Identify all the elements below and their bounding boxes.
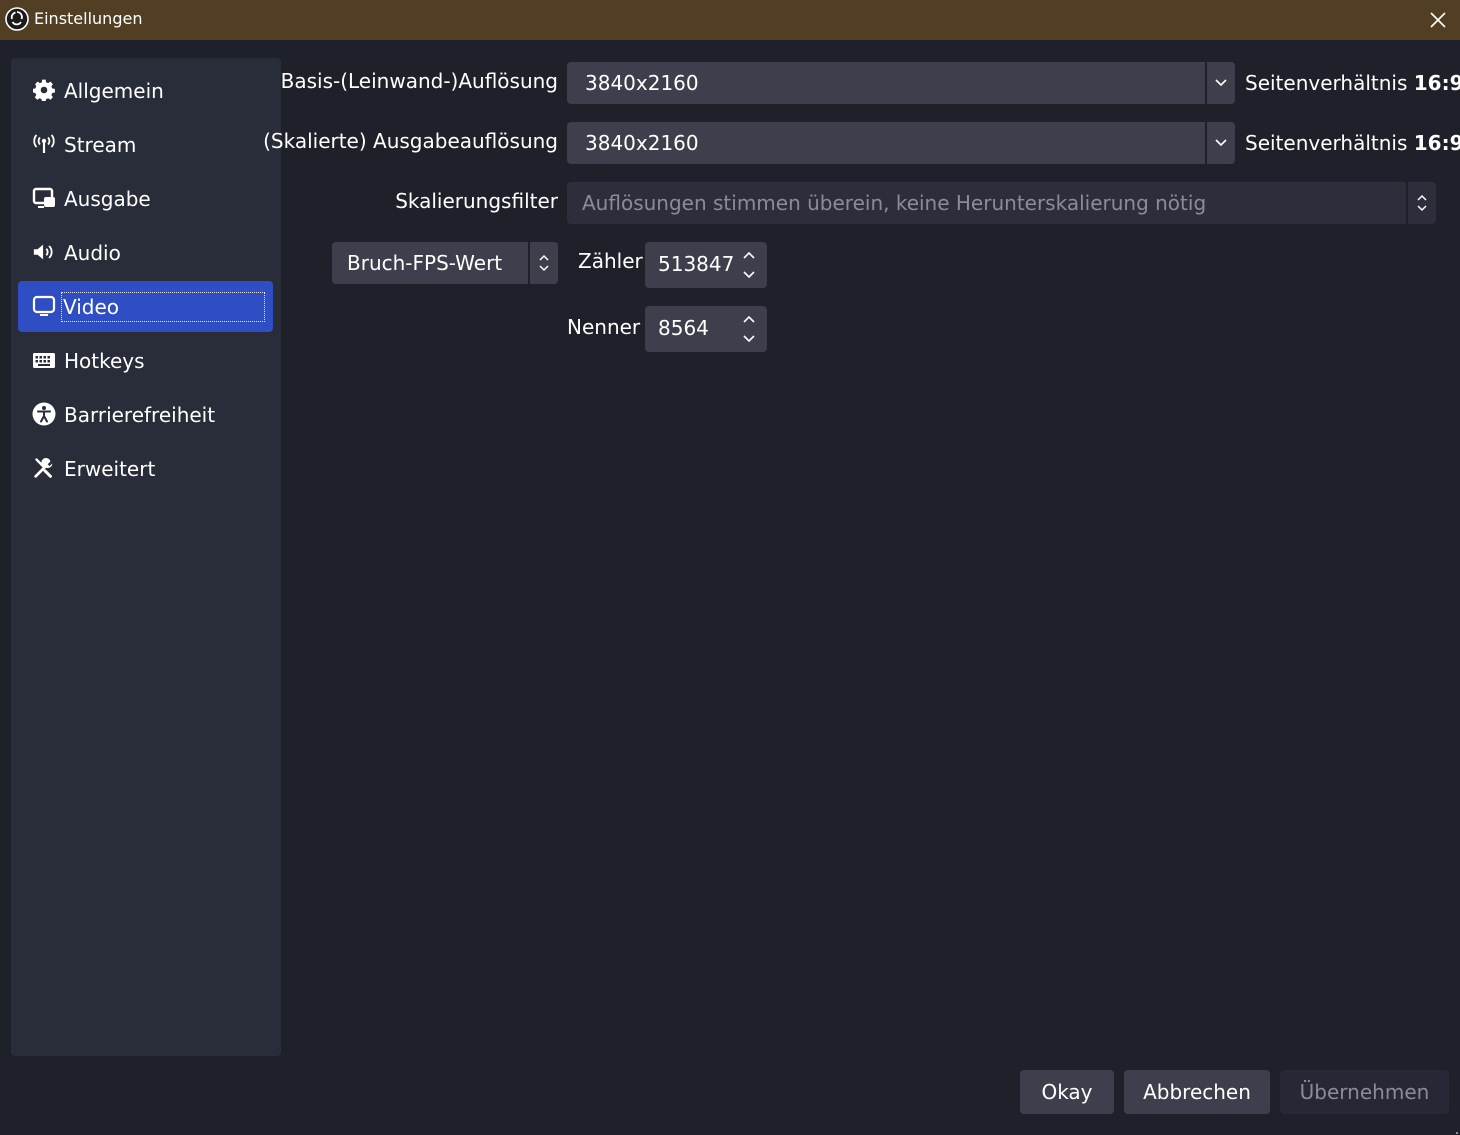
sidebar-item-erweitert[interactable]: Erweitert: [18, 443, 273, 494]
chevron-up-icon[interactable]: [739, 245, 759, 265]
apply-button[interactable]: Übernehmen: [1280, 1070, 1449, 1114]
fps-type-value: Bruch-FPS-Wert: [347, 251, 503, 275]
chevron-down-icon[interactable]: [1205, 62, 1235, 104]
sidebar-item-hotkeys[interactable]: Hotkeys: [18, 335, 273, 386]
scale-filter-combo[interactable]: Auflösungen stimmen überein, keine Herun…: [567, 182, 1436, 224]
output-resolution-combo[interactable]: 3840x2160: [567, 122, 1235, 164]
title-bar: Einstellungen: [0, 0, 1460, 40]
base-resolution-combo[interactable]: 3840x2160: [567, 62, 1235, 104]
accessibility-icon: [32, 402, 56, 426]
fps-type-combo[interactable]: Bruch-FPS-Wert: [332, 242, 558, 284]
numerator-value: 513847: [658, 252, 735, 276]
output-resolution-value: 3840x2160: [585, 131, 699, 155]
output-resolution-label: (Skalierte) Ausgabeauflösung: [263, 129, 558, 153]
obs-logo-icon: [5, 7, 29, 31]
base-resolution-value: 3840x2160: [585, 71, 699, 95]
denominator-value: 8564: [658, 316, 709, 340]
keyboard-icon: [32, 348, 56, 372]
output-aspect-ratio: Seitenverhältnis 16:9: [1245, 131, 1460, 155]
base-aspect-ratio: Seitenverhältnis 16:9: [1245, 71, 1460, 95]
denominator-label: Nenner: [567, 315, 641, 339]
resize-grip-icon[interactable]: [1450, 1125, 1458, 1134]
scale-filter-value: Auflösungen stimmen überein, keine Herun…: [582, 191, 1207, 215]
denominator-spinbox[interactable]: 8564: [645, 306, 767, 352]
antenna-icon: [32, 132, 56, 156]
output-icon: [32, 186, 56, 210]
speaker-icon: [32, 240, 56, 264]
cancel-button[interactable]: Abbrechen: [1124, 1070, 1270, 1114]
sidebar-item-video[interactable]: Video: [18, 281, 273, 332]
sidebar-item-allgemein[interactable]: Allgemein: [18, 65, 273, 116]
chevron-down-icon[interactable]: [739, 265, 759, 285]
close-icon[interactable]: [1424, 6, 1452, 34]
sidebar-item-label: Stream: [64, 132, 137, 157]
chevron-updown-icon[interactable]: [1406, 182, 1436, 224]
monitor-icon: [32, 294, 56, 318]
sidebar-item-ausgabe[interactable]: Ausgabe: [18, 173, 273, 224]
sidebar-item-label: Barrierefreiheit: [64, 402, 216, 427]
chevron-down-icon[interactable]: [1205, 122, 1235, 164]
sidebar-item-stream[interactable]: Stream: [18, 119, 273, 170]
ok-button[interactable]: Okay: [1020, 1070, 1114, 1114]
sidebar-item-label: Video: [61, 291, 265, 322]
chevron-down-icon[interactable]: [739, 329, 759, 349]
tools-icon: [32, 456, 56, 480]
settings-sidebar: Allgemein Stream Ausgabe Audio Video Hot…: [11, 58, 281, 1056]
chevron-up-icon[interactable]: [739, 309, 759, 329]
numerator-label: Zähler: [578, 249, 643, 273]
sidebar-item-label: Ausgabe: [64, 186, 151, 211]
sidebar-item-label: Audio: [64, 240, 121, 265]
chevron-updown-icon[interactable]: [528, 242, 558, 284]
scale-filter-label: Skalierungsfilter: [395, 189, 558, 213]
gear-icon: [32, 78, 56, 102]
sidebar-item-barrierefreiheit[interactable]: Barrierefreiheit: [18, 389, 273, 440]
window-title: Einstellungen: [34, 9, 143, 28]
sidebar-item-label: Allgemein: [64, 78, 164, 103]
base-resolution-label: Basis-(Leinwand-)Auflösung: [280, 69, 558, 93]
sidebar-item-label: Erweitert: [64, 456, 156, 481]
sidebar-item-label: Hotkeys: [64, 348, 145, 373]
numerator-spinbox[interactable]: 513847: [645, 242, 767, 288]
sidebar-item-audio[interactable]: Audio: [18, 227, 273, 278]
